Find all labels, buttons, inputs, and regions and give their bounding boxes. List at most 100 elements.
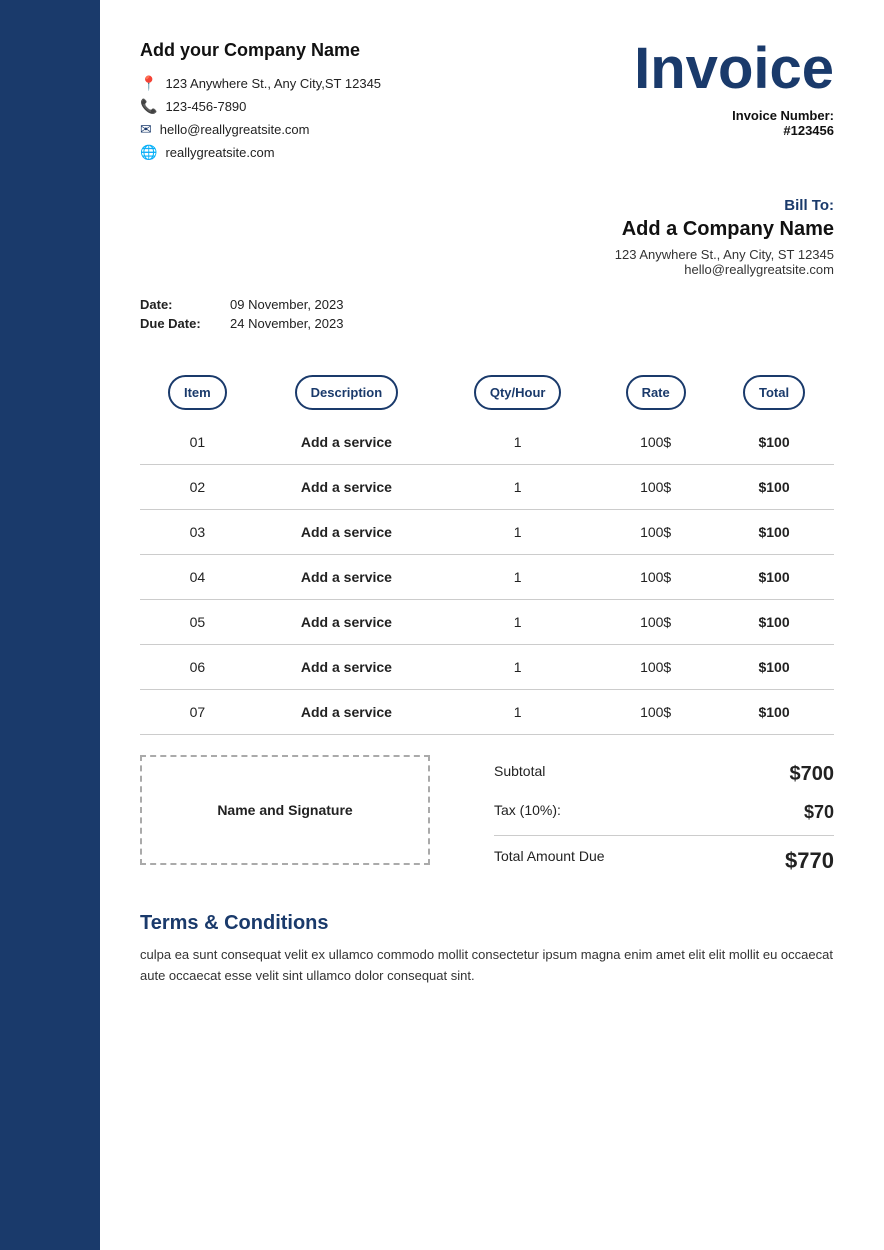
dates-left: Date: 09 November, 2023 Due Date: 24 Nov… <box>140 297 343 335</box>
subtotal-label: Subtotal <box>494 763 545 786</box>
cell-rate: 100$ <box>597 510 714 555</box>
invoice-number-value: #123456 <box>783 123 834 138</box>
due-date-value: 24 November, 2023 <box>230 316 343 331</box>
table-row: 06 Add a service 1 100$ $100 <box>140 645 834 690</box>
invoice-title: Invoice <box>634 40 834 98</box>
table-row: 02 Add a service 1 100$ $100 <box>140 465 834 510</box>
page-wrapper: Add your Company Name 📍 123 Anywhere St.… <box>0 0 884 1250</box>
bill-to: Bill To: Add a Company Name 123 Anywhere… <box>615 197 834 277</box>
bill-to-email: hello@reallygreatsite.com <box>615 262 834 277</box>
table-header-row: Item Description Qty/Hour Rate Total <box>140 365 834 420</box>
invoice-table: Item Description Qty/Hour Rate Total 01 … <box>140 365 834 735</box>
cell-total: $100 <box>714 510 834 555</box>
cell-item: 05 <box>140 600 255 645</box>
cell-description: Add a service <box>255 420 438 465</box>
cell-qty: 1 <box>438 600 597 645</box>
dates-section: Date: 09 November, 2023 Due Date: 24 Nov… <box>140 297 834 335</box>
total-amount-label: Total Amount Due <box>494 848 605 874</box>
cell-total: $100 <box>714 645 834 690</box>
cell-total: $100 <box>714 465 834 510</box>
company-phone: 123-456-7890 <box>165 99 246 114</box>
phone-icon: 📞 <box>140 98 157 115</box>
invoice-number-block: Invoice Number: #123456 <box>634 108 834 138</box>
cell-description: Add a service <box>255 510 438 555</box>
cell-description: Add a service <box>255 690 438 735</box>
signature-box: Name and Signature <box>140 755 430 865</box>
col-qty: Qty/Hour <box>438 365 597 420</box>
due-date-row: Due Date: 24 November, 2023 <box>140 316 343 331</box>
content-area: Add your Company Name 📍 123 Anywhere St.… <box>100 0 884 1250</box>
final-total-row: Total Amount Due $770 <box>494 840 834 882</box>
location-icon: 📍 <box>140 75 157 92</box>
table-row: 07 Add a service 1 100$ $100 <box>140 690 834 735</box>
cell-item: 07 <box>140 690 255 735</box>
table-row: 03 Add a service 1 100$ $100 <box>140 510 834 555</box>
cell-total: $100 <box>714 555 834 600</box>
date-label: Date: <box>140 297 230 312</box>
bill-to-label: Bill To: <box>615 197 834 214</box>
cell-qty: 1 <box>438 555 597 600</box>
cell-rate: 100$ <box>597 645 714 690</box>
company-info: Add your Company Name 📍 123 Anywhere St.… <box>140 40 381 167</box>
cell-total: $100 <box>714 600 834 645</box>
invoice-title-block: Invoice Invoice Number: #123456 <box>634 40 834 138</box>
terms-section: Terms & Conditions culpa ea sunt consequ… <box>140 912 834 987</box>
phone-row: 📞 123-456-7890 <box>140 98 381 115</box>
subtotal-value: $700 <box>790 763 835 786</box>
invoice-number-label: Invoice Number: <box>732 108 834 123</box>
tax-row: Tax (10%): $70 <box>494 794 834 831</box>
email-icon: ✉ <box>140 121 152 138</box>
cell-description: Add a service <box>255 555 438 600</box>
cell-qty: 1 <box>438 690 597 735</box>
sidebar <box>0 0 100 1250</box>
col-rate: Rate <box>597 365 714 420</box>
company-name: Add your Company Name <box>140 40 381 61</box>
cell-qty: 1 <box>438 510 597 555</box>
cell-total: $100 <box>714 690 834 735</box>
terms-title: Terms & Conditions <box>140 912 834 935</box>
address-row: 📍 123 Anywhere St., Any City,ST 12345 <box>140 75 381 92</box>
cell-description: Add a service <box>255 645 438 690</box>
website-row: 🌐 reallygreatsite.com <box>140 144 381 161</box>
due-date-label: Due Date: <box>140 316 230 331</box>
bill-to-company: Add a Company Name <box>615 218 834 241</box>
cell-rate: 100$ <box>597 555 714 600</box>
cell-rate: 100$ <box>597 690 714 735</box>
table-row: 05 Add a service 1 100$ $100 <box>140 600 834 645</box>
cell-qty: 1 <box>438 465 597 510</box>
date-row: Date: 09 November, 2023 <box>140 297 343 312</box>
cell-qty: 1 <box>438 420 597 465</box>
header: Add your Company Name 📍 123 Anywhere St.… <box>140 40 834 167</box>
bill-to-address: 123 Anywhere St., Any City, ST 12345 <box>615 247 834 262</box>
cell-description: Add a service <box>255 465 438 510</box>
cell-rate: 100$ <box>597 465 714 510</box>
table-row: 01 Add a service 1 100$ $100 <box>140 420 834 465</box>
company-website: reallygreatsite.com <box>165 145 274 160</box>
summary-section: Name and Signature Subtotal $700 Tax (10… <box>140 755 834 882</box>
company-address: 123 Anywhere St., Any City,ST 12345 <box>165 76 381 91</box>
cell-item: 03 <box>140 510 255 555</box>
tax-label: Tax (10%): <box>494 802 561 823</box>
total-amount-value: $770 <box>785 848 834 874</box>
table-body: 01 Add a service 1 100$ $100 02 Add a se… <box>140 420 834 735</box>
bill-section: Bill To: Add a Company Name 123 Anywhere… <box>140 197 834 277</box>
cell-item: 04 <box>140 555 255 600</box>
terms-text: culpa ea sunt consequat velit ex ullamco… <box>140 945 834 987</box>
col-description: Description <box>255 365 438 420</box>
cell-qty: 1 <box>438 645 597 690</box>
cell-item: 02 <box>140 465 255 510</box>
cell-item: 01 <box>140 420 255 465</box>
company-email: hello@reallygreatsite.com <box>160 122 310 137</box>
col-total: Total <box>714 365 834 420</box>
email-row: ✉ hello@reallygreatsite.com <box>140 121 381 138</box>
tax-value: $70 <box>804 802 834 823</box>
cell-rate: 100$ <box>597 420 714 465</box>
cell-description: Add a service <box>255 600 438 645</box>
date-value: 09 November, 2023 <box>230 297 343 312</box>
totals-block: Subtotal $700 Tax (10%): $70 Total Amoun… <box>494 755 834 882</box>
cell-rate: 100$ <box>597 600 714 645</box>
web-icon: 🌐 <box>140 144 157 161</box>
signature-label: Name and Signature <box>217 802 352 818</box>
cell-total: $100 <box>714 420 834 465</box>
subtotal-row: Subtotal $700 <box>494 755 834 794</box>
